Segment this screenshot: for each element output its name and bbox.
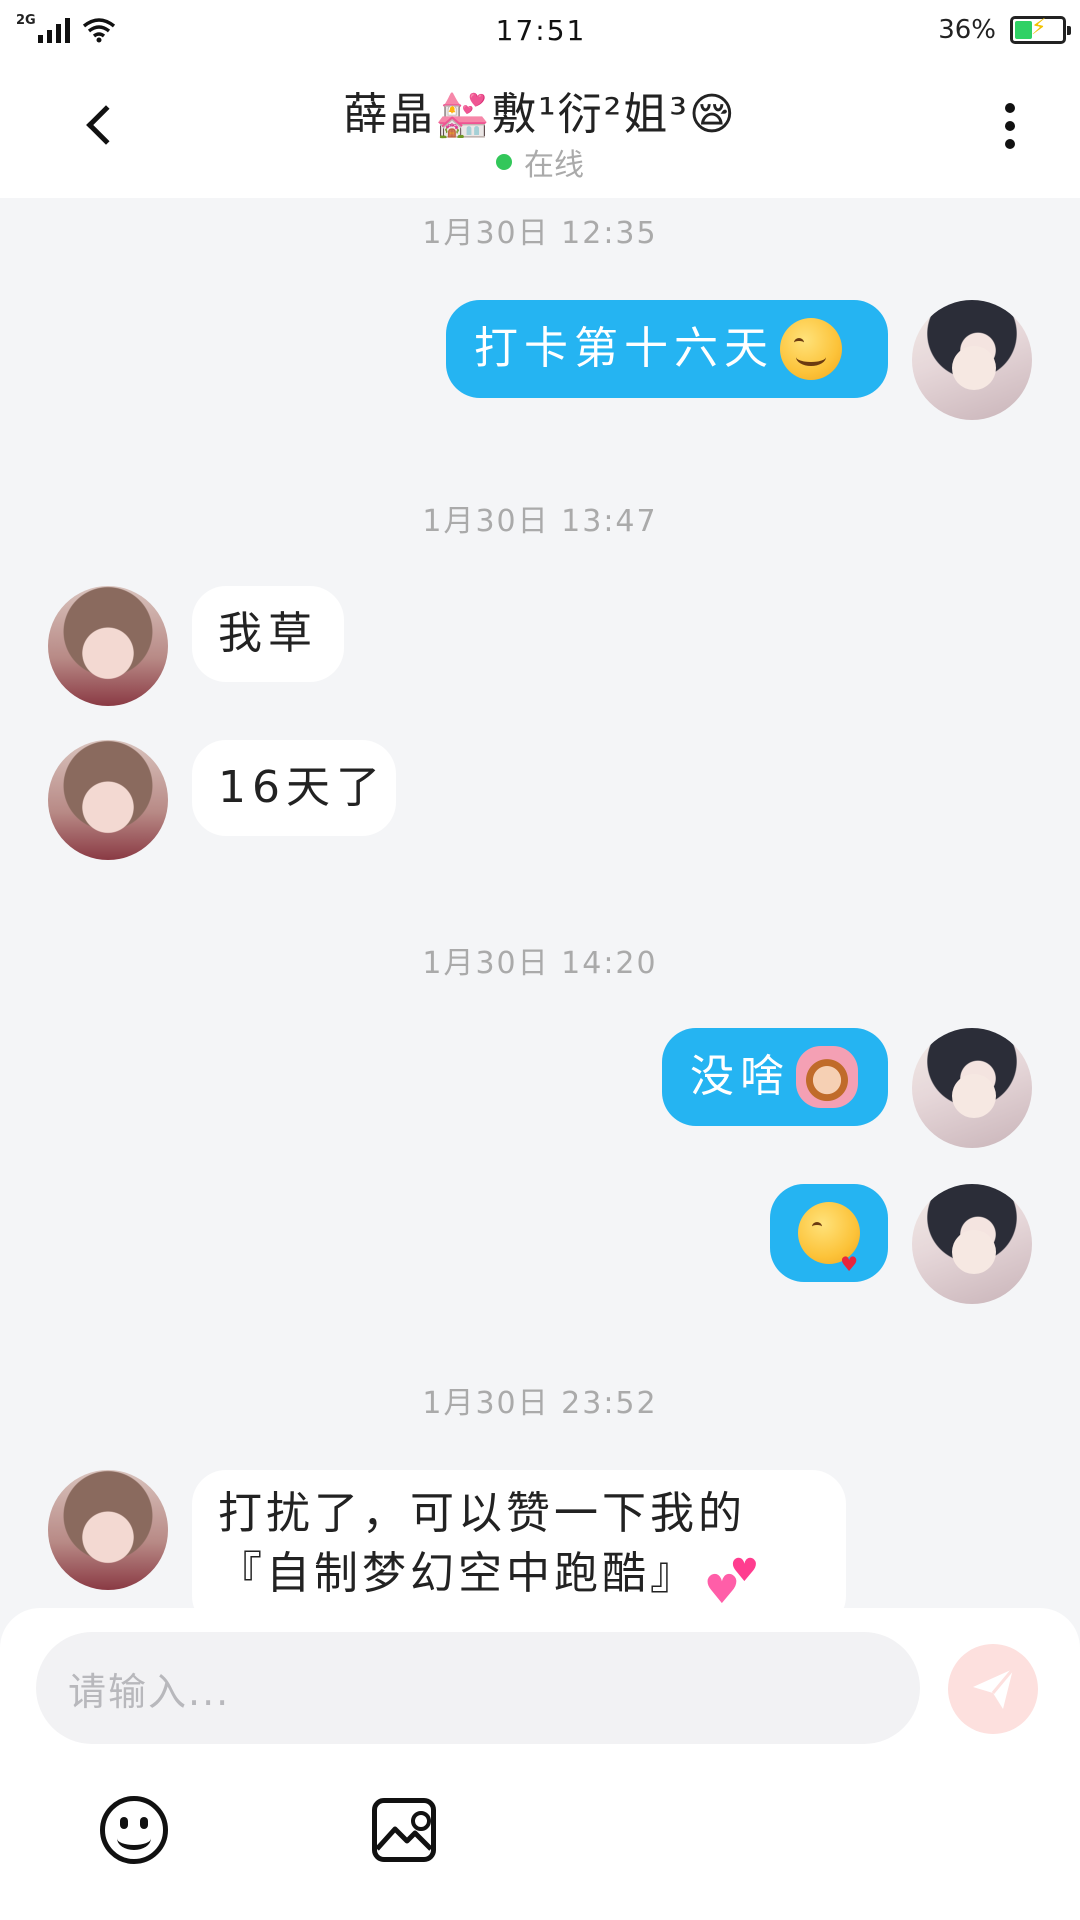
online-dot-icon [496, 154, 512, 170]
chat-header: 薛晶💒敷¹衍²姐³😪 在线 [0, 60, 1080, 198]
emoji-icon[interactable] [100, 1796, 168, 1864]
smiling-face-emoji [780, 318, 842, 380]
peer-avatar[interactable] [48, 740, 168, 860]
network-type: 2G [16, 12, 36, 28]
my-avatar[interactable] [912, 1028, 1032, 1148]
more-options-button[interactable] [980, 96, 1040, 156]
message-text: 16天了 [218, 762, 386, 813]
chat-title: 薛晶💒敷¹衍²姐³😪 [343, 89, 737, 140]
peer-avatar[interactable] [48, 586, 168, 706]
image-icon[interactable] [372, 1798, 436, 1862]
more-vertical-icon [1005, 103, 1015, 113]
signal-icon [37, 17, 70, 43]
clock: 17:51 [495, 13, 587, 47]
message-text: 没啥 [690, 1051, 790, 1102]
message-text-line: 打扰了，可以赞一下我的 [218, 1488, 746, 1539]
message-bubble-outgoing[interactable]: 没啥 [662, 1028, 888, 1126]
message-text: 打卡第十六天 [474, 323, 774, 374]
battery-icon: ⚡ [1009, 15, 1071, 44]
my-avatar[interactable] [912, 300, 1032, 420]
battery-percent: 36% [938, 15, 996, 45]
message-bubble-outgoing[interactable] [770, 1184, 888, 1294]
timestamp: 1月30日 14:20 [422, 946, 658, 981]
message-text: 我草 [218, 608, 318, 659]
timestamp: 1月30日 23:52 [422, 1386, 658, 1421]
woman-gesturing-ok-emoji [796, 1046, 858, 1108]
send-icon [973, 1668, 1015, 1709]
online-status: 在线 [0, 140, 1080, 184]
message-bubble-outgoing[interactable]: 打卡第十六天 [446, 300, 888, 398]
message-text-line: 『自制梦幻空中跑酷』 [218, 1548, 698, 1599]
charging-icon: ⚡ [1030, 15, 1047, 40]
message-bubble-incoming[interactable]: 16天了 [192, 740, 396, 836]
status-bar: 2G 17:51 36% ⚡ [0, 0, 1080, 60]
my-avatar[interactable] [912, 1184, 1032, 1304]
message-input[interactable]: 请输入... [36, 1632, 920, 1744]
timestamp: 1月30日 12:35 [422, 216, 658, 251]
two-hearts-emoji [704, 1540, 763, 1620]
battery-level [1014, 21, 1032, 39]
timestamp: 1月30日 13:47 [422, 504, 658, 539]
peer-avatar[interactable] [48, 1470, 168, 1590]
face-blowing-kiss-emoji [798, 1202, 864, 1294]
message-bubble-incoming[interactable]: 我草 [192, 586, 344, 682]
input-panel: 请输入... [0, 1608, 1080, 1920]
online-status-text: 在线 [524, 148, 584, 183]
message-bubble-incoming[interactable]: 打扰了，可以赞一下我的 『自制梦幻空中跑酷』 [192, 1470, 846, 1630]
wifi-icon [82, 18, 115, 43]
input-placeholder: 请输入... [68, 1669, 231, 1714]
send-button[interactable] [948, 1644, 1038, 1734]
